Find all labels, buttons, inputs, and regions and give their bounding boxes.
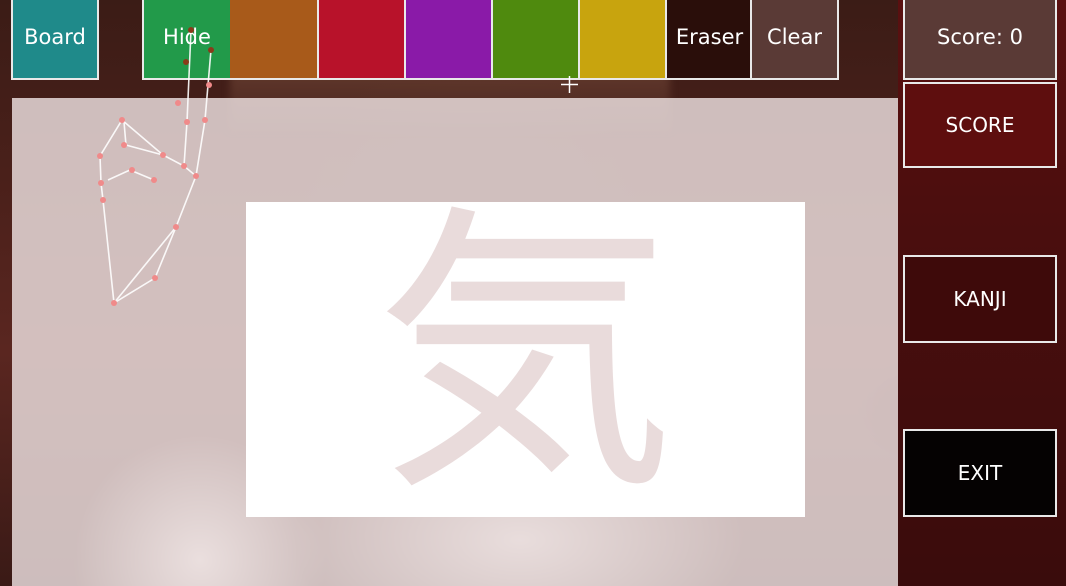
score-button[interactable]: SCORE <box>903 82 1057 168</box>
color-swatch-red[interactable] <box>317 0 404 80</box>
eraser-button-label: Eraser <box>675 25 744 49</box>
color-swatch-green[interactable] <box>491 0 578 80</box>
clear-button-label: Clear <box>767 25 822 49</box>
crosshair-icon <box>561 76 578 93</box>
eraser-button[interactable]: Eraser <box>665 0 752 80</box>
color-swatch-yellow[interactable] <box>578 0 665 80</box>
hand-landmarks-overlay <box>97 27 214 306</box>
kanji-button[interactable]: KANJI <box>903 255 1057 343</box>
clear-button[interactable]: Clear <box>750 0 839 80</box>
kanji-character: 気 <box>375 202 676 517</box>
color-swatch-purple[interactable] <box>404 0 491 80</box>
kanji-card: 気 <box>246 202 805 517</box>
exit-button[interactable]: EXIT <box>903 429 1057 517</box>
kanji-button-label: KANJI <box>953 287 1007 311</box>
score-button-label: SCORE <box>945 113 1015 137</box>
score-text: Score: 0 <box>937 25 1023 49</box>
exit-button-label: EXIT <box>957 461 1003 485</box>
score-display: Score: 0 <box>903 0 1057 80</box>
